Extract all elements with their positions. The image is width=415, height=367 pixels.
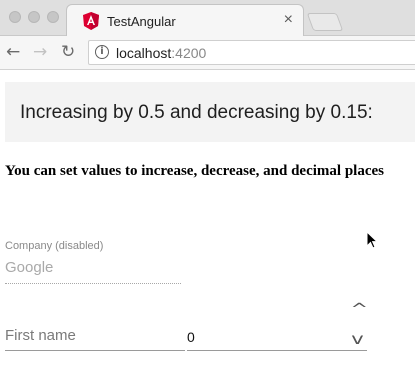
company-field-underline <box>5 283 181 284</box>
mouse-cursor-icon <box>366 231 378 249</box>
first-name-underline <box>5 350 185 351</box>
tab-title: TestAngular <box>107 14 176 29</box>
browser-toolbar: ← → ↻ i localhost:4200 <box>0 36 415 70</box>
first-name-field[interactable]: First name <box>5 327 76 344</box>
url-text: localhost:4200 <box>116 45 206 61</box>
number-input-underline <box>187 350 367 351</box>
company-field-label: Company (disabled) <box>5 240 104 252</box>
close-window-button[interactable] <box>9 11 21 23</box>
browser-titlebar: TestAngular × <box>0 0 415 37</box>
new-tab-button[interactable] <box>306 13 344 31</box>
page-banner: Increasing by 0.5 and decreasing by 0.15… <box>5 82 415 142</box>
info-icon[interactable]: i <box>95 45 109 59</box>
forward-icon[interactable]: → <box>33 43 47 61</box>
number-input[interactable]: 0 <box>187 329 195 345</box>
back-icon[interactable]: ← <box>6 43 20 61</box>
minimize-window-button[interactable] <box>28 11 40 23</box>
close-icon[interactable]: × <box>284 11 293 29</box>
angular-logo-icon <box>83 12 99 30</box>
url-port: :4200 <box>171 45 207 61</box>
chevron-down-icon[interactable]: v <box>351 330 363 348</box>
url-host: localhost <box>116 45 172 61</box>
maximize-window-button[interactable] <box>47 11 59 23</box>
page-title: Increasing by 0.5 and decreasing by 0.15… <box>20 102 373 123</box>
chevron-up-icon[interactable]: ^ <box>350 300 368 318</box>
address-bar[interactable]: i localhost:4200 <box>88 40 415 65</box>
reload-icon[interactable]: ↻ <box>61 43 75 61</box>
company-field: Google <box>5 259 54 276</box>
page-subheading: You can set values to increase, decrease… <box>5 163 384 179</box>
browser-tab[interactable]: TestAngular × <box>66 4 304 37</box>
